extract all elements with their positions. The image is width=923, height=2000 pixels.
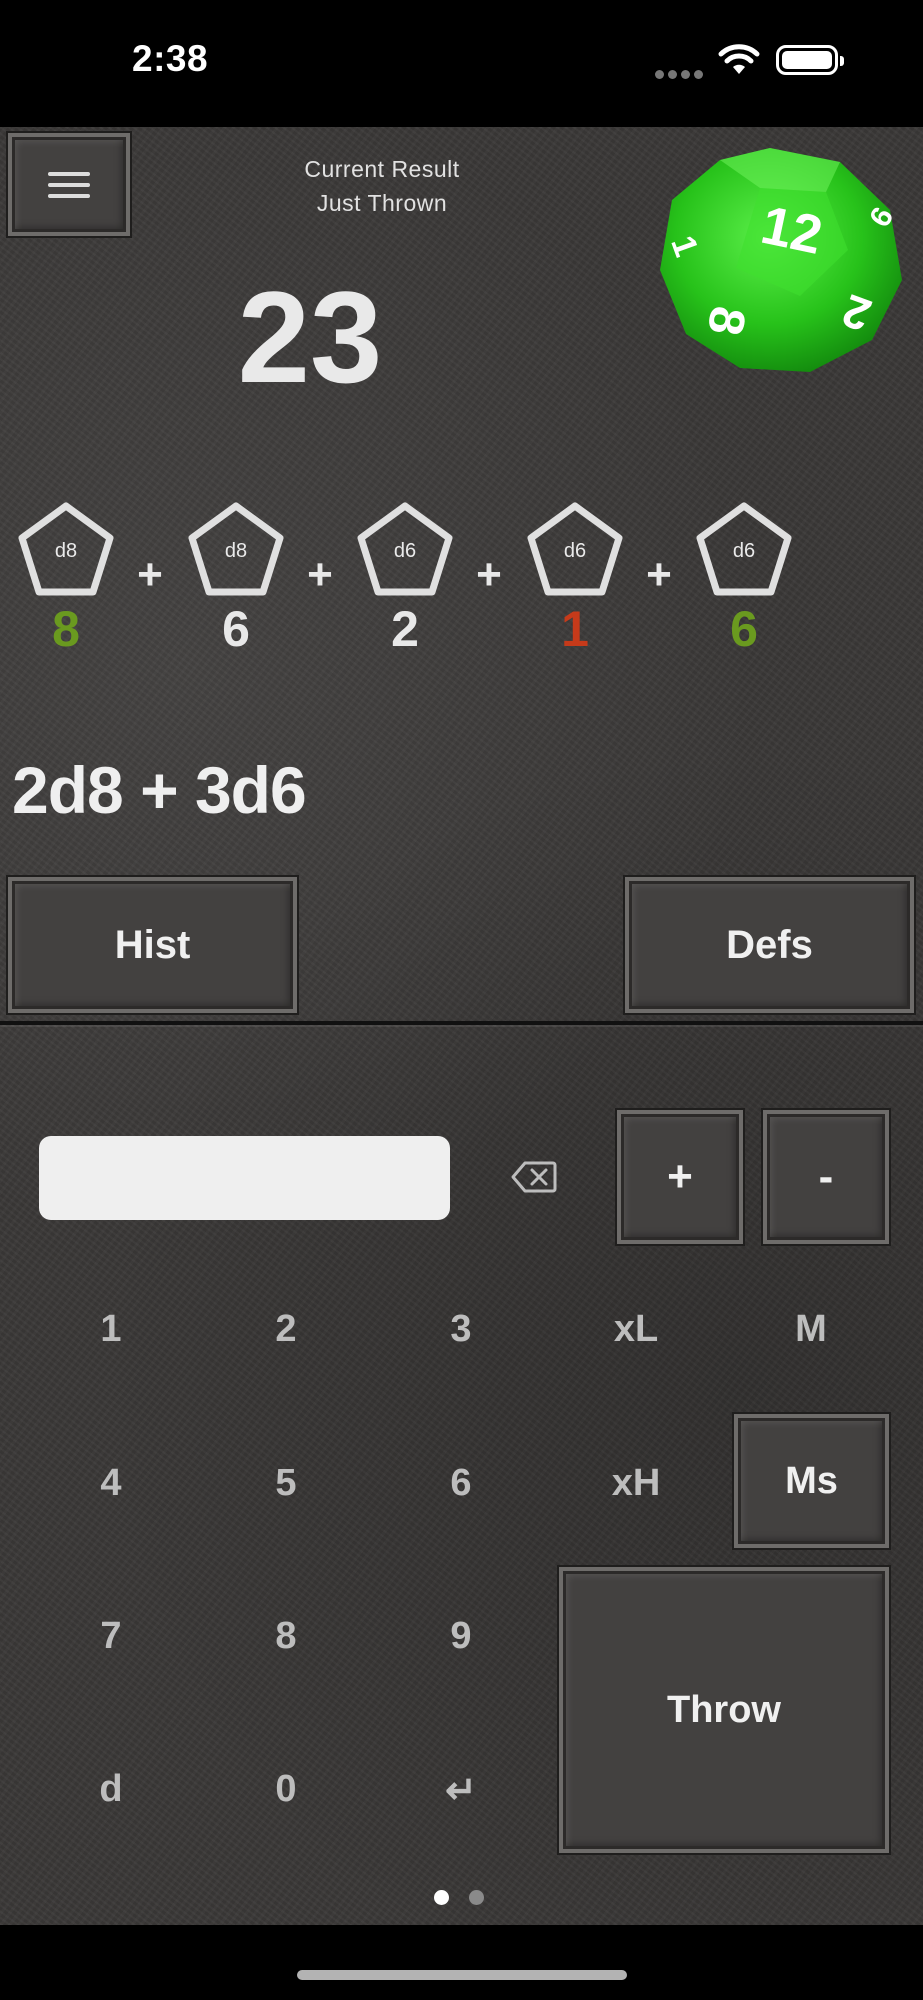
- die-type: d6: [393, 540, 417, 562]
- key-5[interactable]: 5: [226, 1462, 346, 1505]
- menu-icon: [48, 165, 90, 205]
- page-dot-2[interactable]: [469, 1890, 484, 1905]
- caption-just-thrown: Just Thrown: [316, 190, 448, 216]
- key-2[interactable]: 2: [226, 1308, 346, 1351]
- wifi-icon: [718, 44, 760, 74]
- status-time: 2:38: [132, 38, 209, 79]
- key-enter[interactable]: ↵: [401, 1768, 521, 1813]
- key-xl[interactable]: xL: [576, 1308, 696, 1351]
- defs-button[interactable]: Defs: [625, 877, 914, 1013]
- die-4: d6 1: [523, 500, 627, 660]
- key-9[interactable]: 9: [401, 1615, 521, 1658]
- dice-breakdown: d8 8 + d8 6 + d6 2 + d6 1 + d6 6: [0, 500, 923, 660]
- home-indicator[interactable]: [297, 1970, 627, 1980]
- key-xh[interactable]: xH: [576, 1462, 696, 1505]
- ms-button[interactable]: Ms: [734, 1414, 889, 1548]
- die-value: 8: [52, 601, 80, 657]
- key-8[interactable]: 8: [226, 1615, 346, 1658]
- battery-icon: [776, 45, 844, 75]
- die-3: d6 2: [353, 500, 457, 660]
- key-7[interactable]: 7: [51, 1615, 171, 1658]
- die-1: d8 8: [14, 500, 118, 660]
- page-dot-1[interactable]: [434, 1890, 449, 1905]
- d12-die-icon[interactable]: 12 8 2 1 6: [650, 140, 908, 380]
- die-5: d6 6: [692, 500, 796, 660]
- backspace-icon[interactable]: [511, 1160, 557, 1194]
- result-total: 23: [237, 264, 383, 410]
- hist-button[interactable]: Hist: [8, 877, 297, 1013]
- svg-text:12: 12: [756, 195, 827, 266]
- die-type: d8: [224, 540, 248, 562]
- expression-input[interactable]: [39, 1136, 450, 1220]
- menu-button[interactable]: [8, 133, 130, 236]
- plus-sign: +: [476, 550, 502, 599]
- key-4[interactable]: 4: [51, 1462, 171, 1505]
- section-divider: [0, 1021, 923, 1025]
- result-caption: Current Result Just Thrown: [262, 152, 502, 220]
- die-2: d8 6: [184, 500, 288, 660]
- key-3[interactable]: 3: [401, 1308, 521, 1351]
- key-0[interactable]: 0: [226, 1768, 346, 1811]
- die-value: 2: [391, 601, 419, 657]
- die-type: d8: [54, 540, 78, 562]
- die-value: 6: [730, 601, 758, 657]
- plus-sign: +: [137, 550, 163, 599]
- throw-button[interactable]: Throw: [559, 1567, 889, 1853]
- plus-sign: +: [646, 550, 672, 599]
- bottom-bar: [0, 1925, 923, 2000]
- key-6[interactable]: 6: [401, 1462, 521, 1505]
- die-type: d6: [563, 540, 587, 562]
- plus-sign: +: [307, 550, 333, 599]
- dice-formula: 2d8 + 3d6: [12, 753, 307, 827]
- caption-current-result: Current Result: [304, 156, 460, 182]
- key-m[interactable]: M: [751, 1308, 871, 1351]
- die-value: 1: [561, 601, 589, 657]
- key-d[interactable]: d: [51, 1768, 171, 1811]
- plus-button[interactable]: +: [617, 1110, 743, 1244]
- page-indicator[interactable]: [434, 1890, 504, 1910]
- key-1[interactable]: 1: [51, 1308, 171, 1351]
- minus-button[interactable]: -: [763, 1110, 889, 1244]
- die-value: 6: [222, 601, 250, 657]
- cellular-signal-icon: [655, 66, 707, 84]
- status-bar: 2:38: [0, 0, 923, 127]
- die-type: d6: [732, 540, 756, 562]
